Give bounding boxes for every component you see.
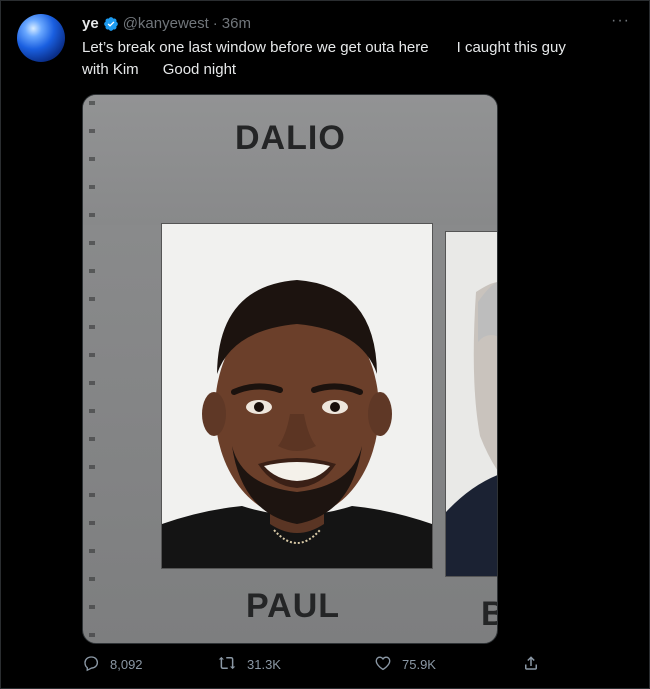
nameplate-clipped: B (481, 595, 497, 634)
tweet-text-segment: I caught this guy (456, 39, 566, 56)
like-button[interactable]: 75.9K (374, 654, 436, 675)
tweet-media-image[interactable]: DALIO PAUL (82, 94, 498, 644)
like-count: 75.9K (402, 657, 436, 672)
nameplate-bottom: PAUL (246, 587, 341, 625)
retweet-button[interactable]: 31.3K (217, 654, 281, 675)
tweet-text-segment: Good night (162, 61, 237, 78)
retweet-count: 31.3K (247, 657, 281, 672)
separator-dot: · (212, 15, 218, 32)
like-icon (374, 654, 402, 675)
reply-icon (82, 654, 110, 675)
share-icon (522, 654, 550, 675)
user-handle[interactable]: @kanyewest (123, 14, 209, 34)
nameplate-top: DALIO (235, 119, 346, 157)
portrait-photo (161, 223, 433, 569)
display-name[interactable]: ye (82, 14, 99, 34)
timestamp[interactable]: 36m (222, 14, 251, 34)
edge-marks (89, 101, 95, 637)
tweet-text-segment: with Kim (82, 61, 139, 78)
reply-count: 8,092 (110, 657, 143, 672)
tweet-actions: 8,092 31.3K 75.9K (82, 654, 542, 674)
adjacent-portrait-photo (445, 231, 497, 577)
share-button[interactable] (522, 654, 550, 675)
reply-button[interactable]: 8,092 (82, 654, 143, 675)
verified-badge-icon (103, 16, 119, 32)
more-options-icon[interactable]: ··· (611, 12, 630, 30)
avatar[interactable] (17, 14, 65, 62)
retweet-icon (217, 654, 247, 675)
tweet-text: Let’s break one last window before we ge… (82, 37, 622, 81)
tweet-text-line: Let’s break one last window before we ge… (82, 37, 622, 59)
tweet-text-line: with Kim Good night (82, 59, 622, 81)
tweet-text-segment: Let’s break one last window before we ge… (82, 39, 429, 56)
tweet-header: ye @kanyewest · 36m (82, 14, 251, 34)
media-header-band (83, 95, 497, 225)
